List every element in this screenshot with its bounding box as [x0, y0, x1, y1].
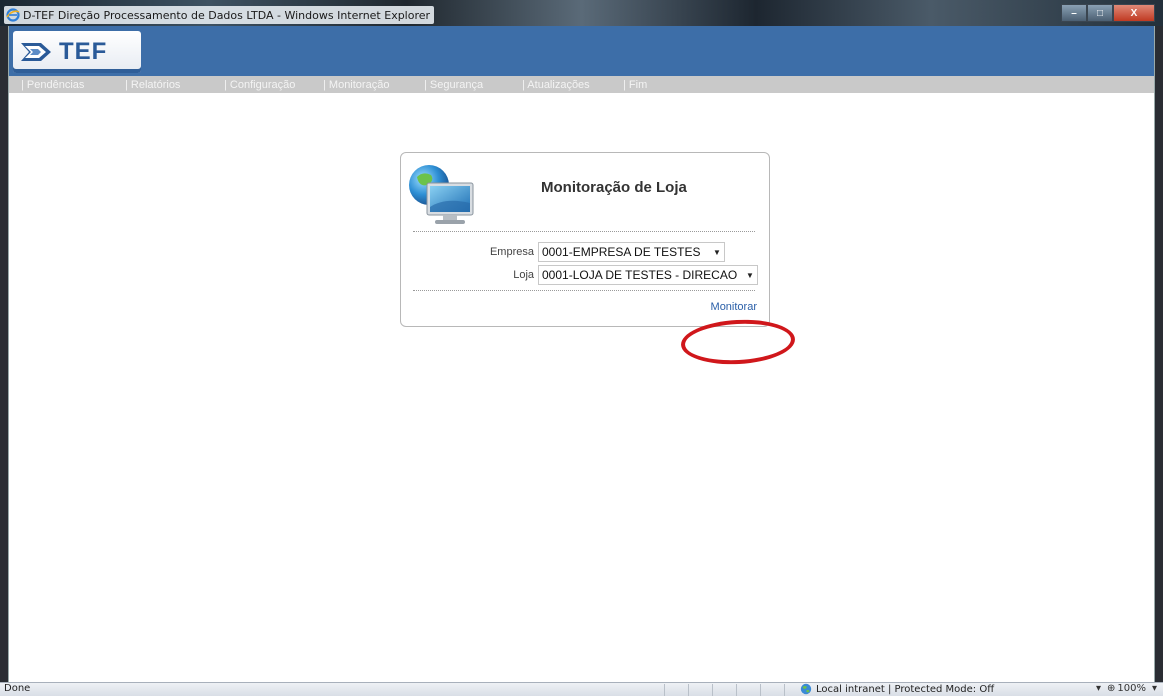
internet-explorer-icon: [6, 8, 20, 22]
menu-item-seguranca[interactable]: | Segurança: [424, 79, 483, 91]
menu-item-configuracao[interactable]: | Configuração: [224, 79, 295, 91]
status-bar: Done Local intranet | Protected Mode: Of…: [0, 682, 1163, 696]
window-title: D-TEF Direção Processamento de Dados LTD…: [23, 8, 431, 22]
security-zone[interactable]: Local intranet | Protected Mode: Off: [800, 683, 994, 695]
window-controls: – □ X: [1061, 4, 1155, 22]
monitor-globe-icon: [409, 165, 474, 224]
empresa-row: Empresa 0001-EMPRESA DE TESTES ▼: [401, 242, 771, 262]
chevron-down-icon: ▾: [1151, 683, 1157, 694]
minimize-button[interactable]: –: [1061, 4, 1087, 22]
chevron-down-icon: ▾: [1095, 683, 1101, 694]
empresa-select-value: 0001-EMPRESA DE TESTES: [542, 245, 701, 259]
menu-item-atualizacoes[interactable]: | Atualizações: [522, 79, 590, 91]
panel-title: Monitoração de Loja: [541, 179, 687, 196]
divider-top: [413, 231, 755, 232]
menu-item-monitoracao[interactable]: | Monitoração: [323, 79, 389, 91]
status-divider: [688, 684, 689, 696]
close-button[interactable]: X: [1113, 4, 1155, 22]
globe-icon: [800, 683, 812, 695]
status-divider: [736, 684, 737, 696]
loja-row: Loja 0001-LOJA DE TESTES - DIRECAO ▼: [401, 265, 771, 285]
divider-bottom: [413, 290, 755, 291]
logo-text: TEF: [59, 38, 108, 65]
store-monitor-panel: Monitoração de Loja Empresa 0001-EMPRESA…: [400, 152, 770, 327]
app-header: TEF: [9, 26, 1154, 76]
chevron-down-icon: ▼: [746, 270, 754, 280]
zoom-control[interactable]: ▾ ⊕ 100% ▾: [1090, 683, 1157, 694]
zoom-level: 100%: [1117, 683, 1146, 694]
status-divider: [784, 684, 785, 696]
chevron-down-icon: ▼: [713, 247, 721, 257]
menu-item-pendencias[interactable]: | Pendências: [21, 79, 84, 91]
loja-select[interactable]: 0001-LOJA DE TESTES - DIRECAO ▼: [538, 265, 758, 285]
zoom-icon: ⊕: [1106, 683, 1116, 694]
title-bar: D-TEF Direção Processamento de Dados LTD…: [0, 0, 1163, 26]
security-zone-text: Local intranet | Protected Mode: Off: [816, 683, 995, 695]
status-divider: [712, 684, 713, 696]
maximize-button[interactable]: □: [1087, 4, 1113, 22]
status-text: Done: [4, 683, 31, 694]
tef-logo-mark-icon: [21, 43, 51, 61]
loja-select-value: 0001-LOJA DE TESTES - DIRECAO: [542, 268, 738, 282]
menu-item-relatorios[interactable]: | Relatórios: [125, 79, 180, 91]
main-menu: | Pendências | Relatórios | Configuração…: [9, 76, 1154, 93]
status-divider: [760, 684, 761, 696]
menu-item-fim[interactable]: | Fim: [623, 79, 647, 91]
monitorar-link[interactable]: Monitorar: [711, 301, 757, 313]
title-area: D-TEF Direção Processamento de Dados LTD…: [4, 6, 435, 24]
status-divider: [664, 684, 665, 696]
browser-window: D-TEF Direção Processamento de Dados LTD…: [0, 0, 1163, 696]
empresa-select[interactable]: 0001-EMPRESA DE TESTES ▼: [538, 242, 725, 262]
empresa-label: Empresa: [489, 246, 534, 258]
tef-logo: TEF: [13, 31, 141, 73]
page-viewport: TEF | Pendências | Relatórios | Configur…: [8, 26, 1155, 682]
loja-label: Loja: [513, 269, 534, 281]
